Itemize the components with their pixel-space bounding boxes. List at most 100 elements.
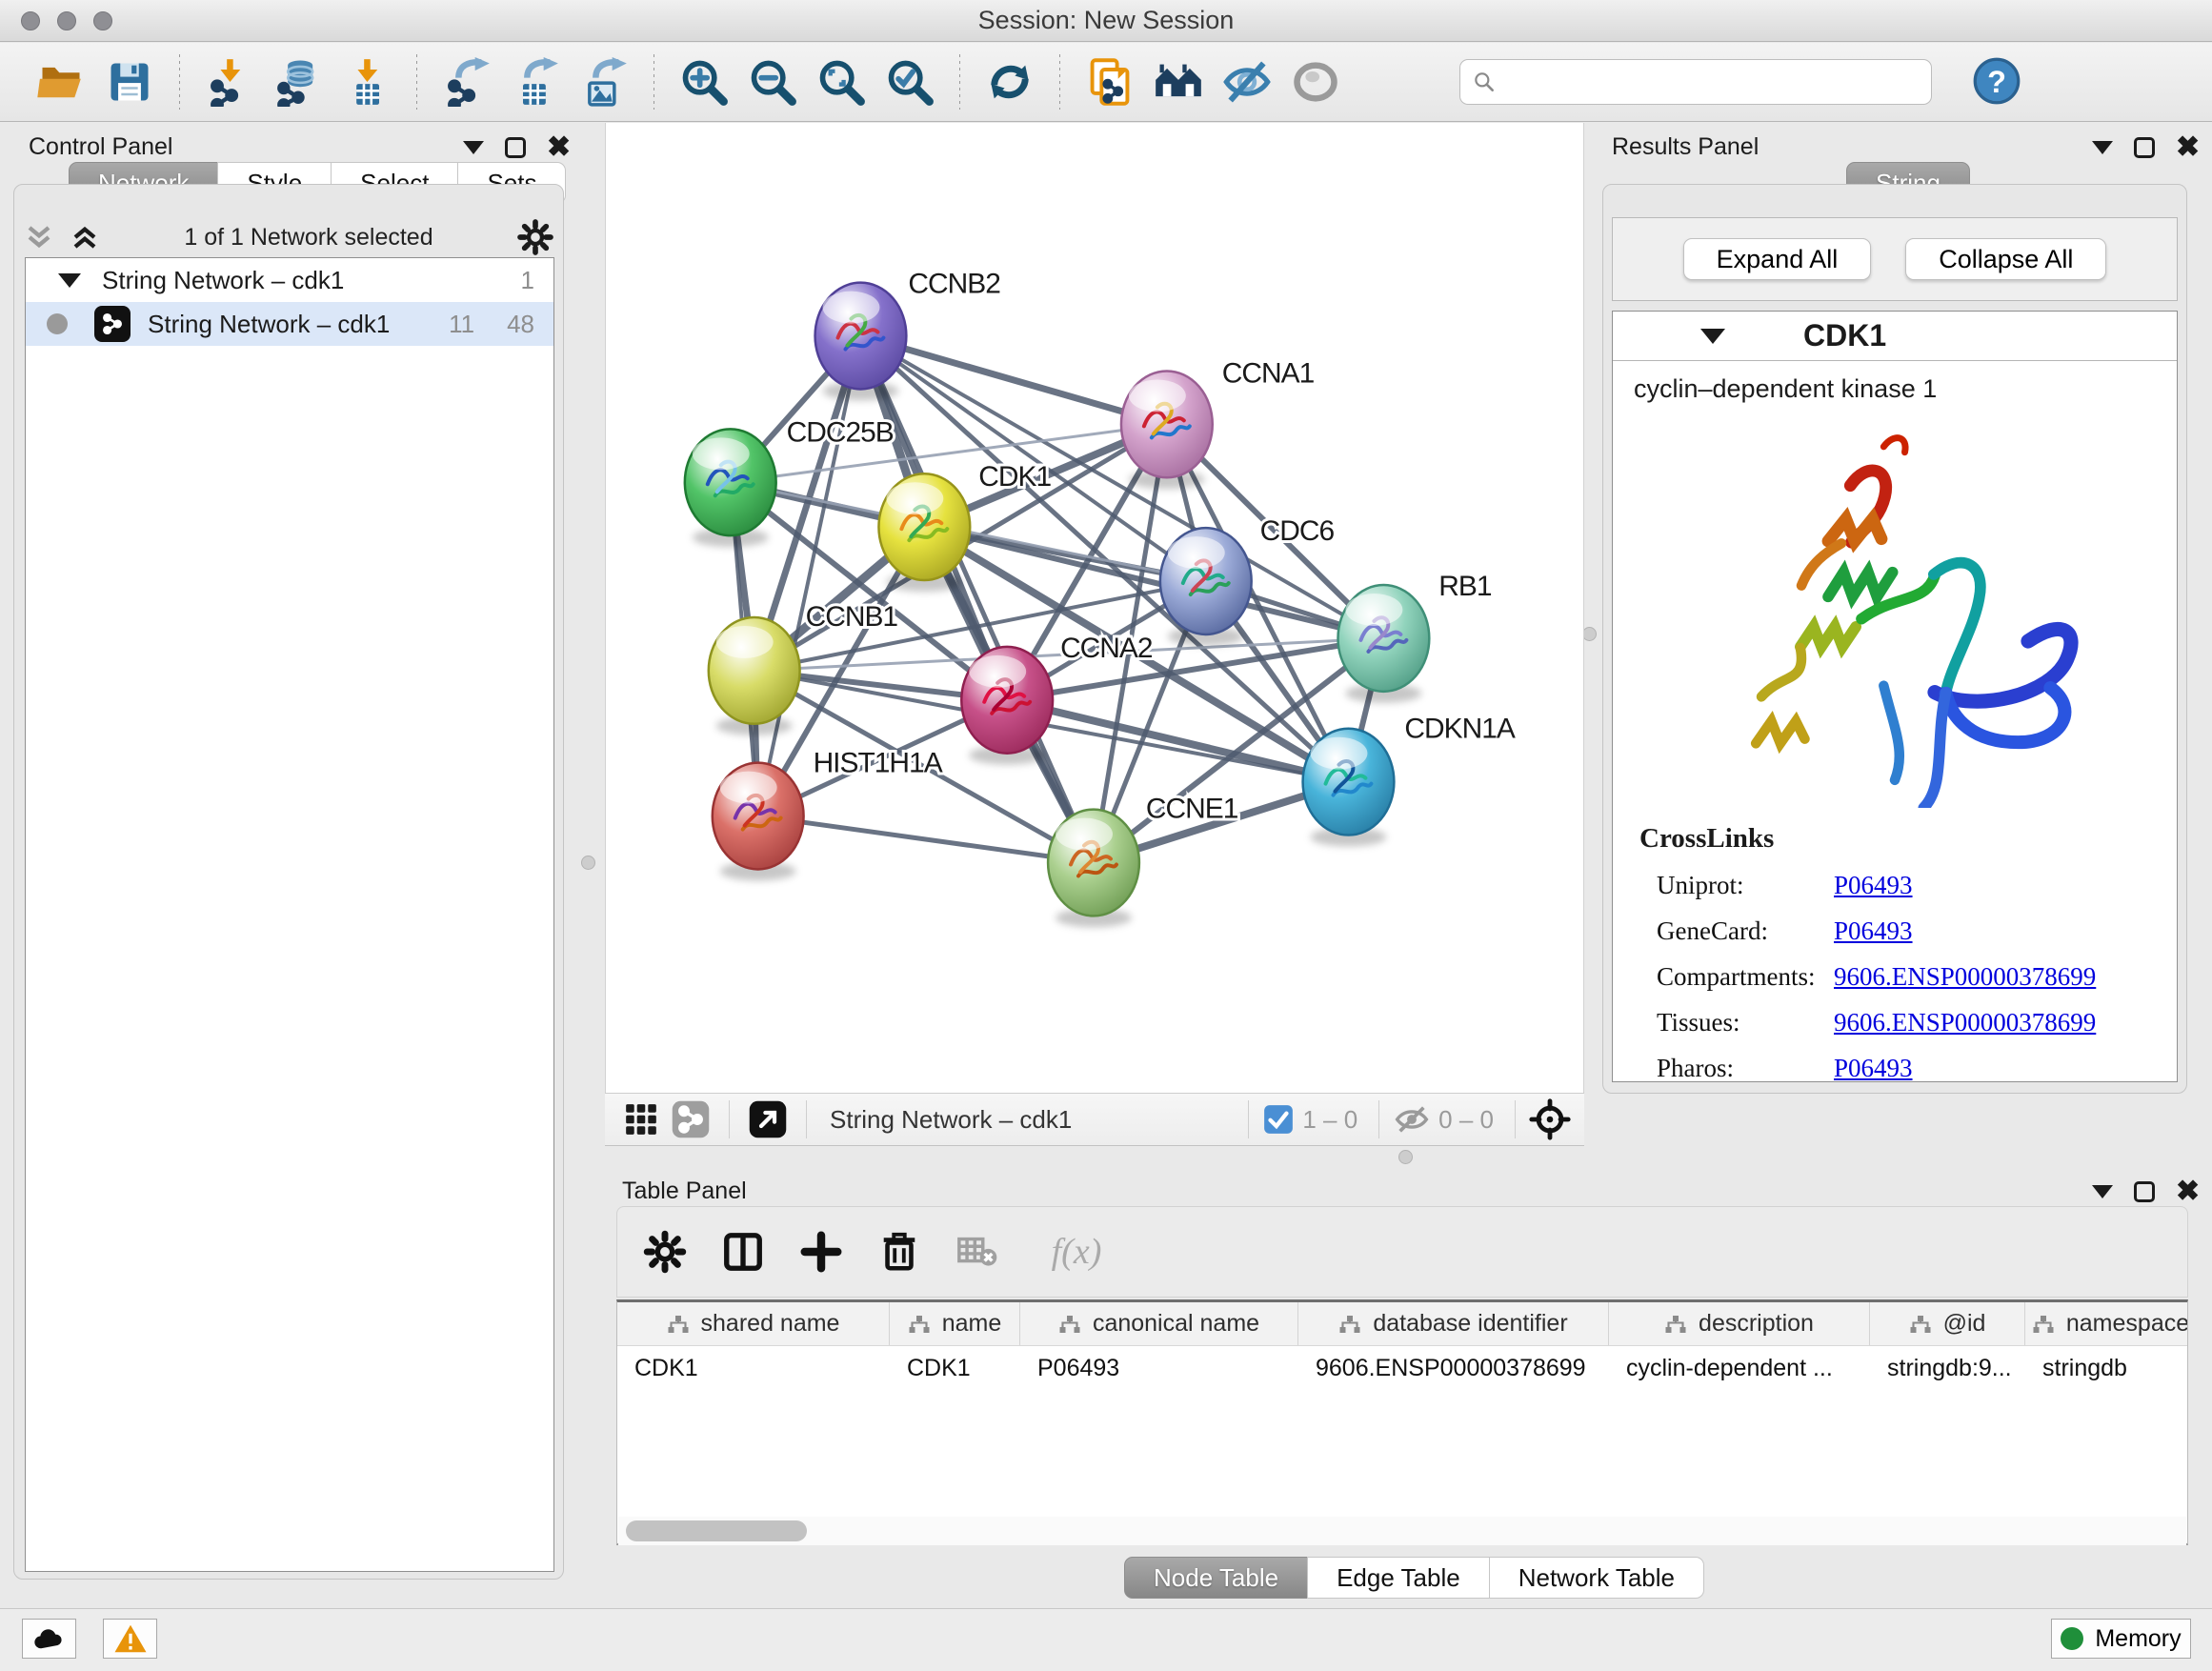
import-table-button[interactable] bbox=[339, 52, 394, 111]
table-panel-menu-icon[interactable] bbox=[2092, 1185, 2113, 1198]
export-table-button[interactable] bbox=[508, 52, 563, 111]
network-node-CDC6[interactable]: CDC6 bbox=[1160, 515, 1335, 646]
network-collection-label: String Network – cdk1 bbox=[102, 266, 521, 295]
scrollbar-thumb[interactable] bbox=[626, 1520, 807, 1541]
window-minimize-button[interactable] bbox=[57, 11, 76, 30]
crosslink-link[interactable]: 9606.ENSP00000378699 bbox=[1834, 962, 2096, 992]
table-cell[interactable]: stringdb bbox=[2025, 1346, 2188, 1390]
network-view-icon[interactable] bbox=[666, 1097, 715, 1142]
control-panel-close-icon[interactable]: ✖ bbox=[547, 137, 571, 158]
crosslink-link[interactable]: P06493 bbox=[1834, 871, 1913, 900]
table-cell[interactable]: stringdb:9... bbox=[1870, 1346, 2025, 1390]
column-header-namespace[interactable]: namespace bbox=[2025, 1302, 2188, 1345]
zoom-fit-button[interactable] bbox=[814, 52, 869, 111]
column-header-shared-name[interactable]: shared name bbox=[617, 1302, 890, 1345]
collapse-all-button[interactable]: Collapse All bbox=[1905, 238, 2106, 280]
tree-expander-icon[interactable] bbox=[58, 273, 81, 288]
table-cell[interactable]: CDK1 bbox=[890, 1346, 1020, 1390]
network-node-HIST1H1A[interactable]: HIST1H1A bbox=[713, 748, 943, 881]
memory-label: Memory bbox=[2095, 1625, 2181, 1653]
results-panel-close-icon[interactable]: ✖ bbox=[2176, 137, 2200, 158]
expand-all-icon[interactable] bbox=[23, 223, 55, 252]
import-network-button[interactable] bbox=[202, 52, 257, 111]
window-close-button[interactable] bbox=[21, 11, 40, 30]
horizontal-scrollbar[interactable] bbox=[618, 1517, 2186, 1545]
network-row-selected[interactable]: String Network – cdk1 11 48 bbox=[26, 302, 553, 346]
tab-network-table[interactable]: Network Table bbox=[1489, 1557, 1704, 1599]
column-header-description[interactable]: description bbox=[1609, 1302, 1870, 1345]
zoom-in-button[interactable] bbox=[676, 52, 732, 111]
add-column-icon[interactable] bbox=[794, 1225, 848, 1278]
network-node-CCNE1[interactable]: CCNE1 bbox=[1048, 794, 1238, 928]
copy-style-button[interactable] bbox=[1082, 52, 1137, 111]
column-type-icon bbox=[1664, 1314, 1687, 1335]
column-header-database-identifier[interactable]: database identifier bbox=[1298, 1302, 1609, 1345]
crosslink-link[interactable]: P06493 bbox=[1834, 916, 1913, 946]
refresh-button[interactable] bbox=[982, 52, 1037, 111]
network-canvas[interactable]: CCNB2CCNA1CDC25BCDK1CDC6RB1CCNB1CCNA2CDK… bbox=[605, 123, 1584, 1093]
crosslink-row: Tissues:9606.ENSP00000378699 bbox=[1639, 1008, 2177, 1037]
crosslink-link[interactable]: P06493 bbox=[1834, 1054, 1913, 1083]
show-columns-icon[interactable] bbox=[716, 1225, 770, 1278]
column-header-id[interactable]: @id bbox=[1870, 1302, 2025, 1345]
show-preview-button[interactable] bbox=[1288, 52, 1343, 111]
results-panel-float-icon[interactable] bbox=[2134, 137, 2155, 158]
network-node-RB1[interactable]: RB1 bbox=[1338, 571, 1492, 703]
crosshair-icon[interactable] bbox=[1529, 1098, 1571, 1140]
zoom-selected-button[interactable] bbox=[882, 52, 937, 111]
search-field[interactable] bbox=[1459, 59, 1932, 105]
table-panel-float-icon[interactable] bbox=[2134, 1181, 2155, 1202]
table-cell[interactable]: 9606.ENSP00000378699 bbox=[1298, 1346, 1609, 1390]
import-database-button[interactable] bbox=[271, 52, 326, 111]
table-cell[interactable]: cyclin-dependent ... bbox=[1609, 1346, 1870, 1390]
table-row[interactable]: CDK1CDK1P064939606.ENSP00000378699cyclin… bbox=[617, 1346, 2187, 1390]
section-expander-icon[interactable] bbox=[1700, 329, 1725, 344]
open-session-button[interactable] bbox=[33, 52, 89, 111]
birds-eye-view-icon[interactable] bbox=[743, 1097, 793, 1142]
open-session-icon bbox=[36, 57, 86, 107]
results-content: CDK1 cyclin–dependent kinase 1 bbox=[1612, 311, 2178, 1082]
delete-column-trash-icon[interactable] bbox=[873, 1225, 926, 1278]
column-header-canonical-name[interactable]: canonical name bbox=[1020, 1302, 1298, 1345]
node-label: CCNB2 bbox=[908, 269, 1000, 300]
column-header-name[interactable]: name bbox=[890, 1302, 1020, 1345]
network-node-CCNA1[interactable]: CCNA1 bbox=[1121, 357, 1315, 489]
gear-icon[interactable] bbox=[516, 218, 554, 256]
table-cell[interactable]: P06493 bbox=[1020, 1346, 1298, 1390]
grid-view-icon[interactable] bbox=[616, 1097, 666, 1142]
network-collection-row[interactable]: String Network – cdk1 1 bbox=[26, 258, 553, 302]
bottom-splitter-handle[interactable] bbox=[1398, 1150, 1413, 1164]
results-panel-menu-icon[interactable] bbox=[2092, 141, 2113, 154]
function-builder-icon[interactable]: f(x) bbox=[1029, 1225, 1124, 1278]
first-neighbors-button[interactable] bbox=[1151, 52, 1206, 111]
warning-button[interactable] bbox=[103, 1619, 157, 1659]
search-input[interactable] bbox=[1497, 63, 1931, 101]
delete-table-icon[interactable] bbox=[951, 1225, 1004, 1278]
table-settings-gear-icon[interactable] bbox=[638, 1225, 692, 1278]
control-panel-float-icon[interactable] bbox=[505, 137, 526, 158]
network-node-CDKN1A[interactable]: CDKN1A bbox=[1303, 714, 1516, 847]
control-panel-menu-icon[interactable] bbox=[463, 141, 484, 154]
right-splitter-handle[interactable] bbox=[1582, 627, 1597, 641]
save-session-button[interactable] bbox=[102, 52, 157, 111]
window-zoom-button[interactable] bbox=[93, 11, 112, 30]
gene-section-header[interactable]: CDK1 bbox=[1613, 312, 2177, 361]
left-splitter-handle[interactable] bbox=[581, 856, 595, 870]
export-network-button[interactable] bbox=[439, 52, 494, 111]
collapse-all-icon[interactable] bbox=[69, 223, 101, 252]
hide-selection-button[interactable] bbox=[1219, 52, 1275, 111]
tab-edge-table[interactable]: Edge Table bbox=[1307, 1557, 1490, 1599]
help-button[interactable]: ? bbox=[1972, 56, 2021, 109]
memory-button[interactable]: Memory bbox=[2051, 1619, 2191, 1659]
crosslink-link[interactable]: 9606.ENSP00000378699 bbox=[1834, 1008, 2096, 1037]
table-cell[interactable]: CDK1 bbox=[617, 1346, 890, 1390]
network-node-CCNA2[interactable]: CCNA2 bbox=[961, 633, 1153, 765]
table-panel-close-icon[interactable]: ✖ bbox=[2176, 1181, 2200, 1202]
cloud-button[interactable] bbox=[22, 1619, 76, 1659]
export-image-button[interactable] bbox=[576, 52, 632, 111]
hidden-eye-icon[interactable] bbox=[1393, 1103, 1431, 1136]
selected-checkbox-icon[interactable] bbox=[1262, 1103, 1295, 1136]
zoom-out-button[interactable] bbox=[745, 52, 800, 111]
tab-node-table[interactable]: Node Table bbox=[1124, 1557, 1308, 1599]
expand-all-button[interactable]: Expand All bbox=[1683, 238, 1872, 280]
